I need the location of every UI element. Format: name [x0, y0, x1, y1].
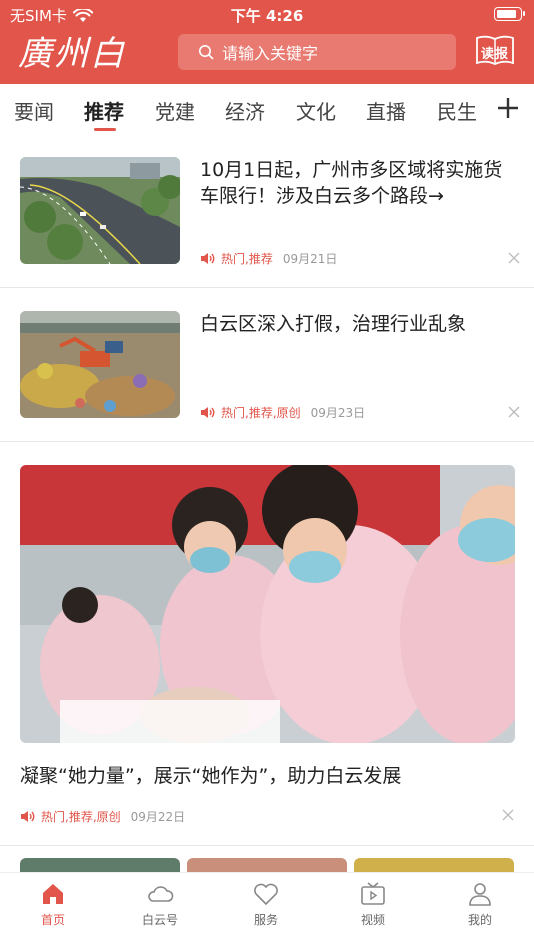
nav-service[interactable]: 服务 — [226, 881, 306, 928]
status-bar: 无SIM卡 下午 4:26 — [0, 0, 534, 28]
speaker-icon[interactable] — [200, 406, 215, 419]
cloud-icon — [148, 886, 174, 902]
news-date: 09月23日 — [310, 406, 366, 420]
news-meta: 热门,推荐 09月21日 — [200, 250, 337, 267]
news-date: 09月22日 — [130, 810, 186, 824]
nurses-training-photo — [20, 465, 515, 743]
tab-minsheng[interactable]: 民生 — [437, 96, 477, 125]
news-tags: 热门,推荐,原创 — [221, 406, 301, 420]
nav-label: 服务 — [253, 913, 278, 927]
heart-icon — [254, 883, 278, 906]
divider — [0, 845, 534, 846]
app-logo: 廣州白云 — [18, 34, 126, 122]
news-meta: 热门,推荐,原创 09月22日 — [20, 808, 185, 825]
bottom-navigation: 首页 白云号 服务 视频 我的 — [0, 872, 534, 950]
battery-icon — [494, 7, 525, 21]
divider — [0, 441, 534, 442]
news-date: 09月21日 — [282, 252, 338, 266]
tab-yaowen[interactable]: 要闻 — [14, 96, 54, 125]
nav-home[interactable]: 首页 — [13, 881, 93, 928]
user-icon — [469, 883, 491, 906]
news-title[interactable]: 白云区深入打假，治理行业乱象 — [200, 311, 516, 337]
speaker-icon[interactable] — [200, 252, 215, 265]
nav-label: 白云号 — [141, 913, 178, 927]
divider — [0, 287, 534, 288]
excavator-photo — [20, 311, 180, 418]
tv-icon — [361, 882, 385, 905]
tab-jingji[interactable]: 经济 — [225, 96, 265, 125]
nav-label: 我的 — [467, 913, 492, 927]
news-meta: 热门,推荐,原创 09月23日 — [200, 404, 365, 421]
tab-tuijian[interactable]: 推荐 — [84, 96, 124, 125]
news-tags: 热门,推荐 — [221, 252, 273, 266]
category-tabs: 要闻 推荐 党建 经济 文化 直播 民生 — [0, 84, 534, 136]
search-placeholder: 请输入关键字 — [222, 44, 319, 63]
news-tags: 热门,推荐,原创 — [41, 810, 121, 824]
highway-photo — [20, 157, 180, 264]
search-bar[interactable]: 请输入关键字 — [178, 34, 456, 70]
tab-wenhua[interactable]: 文化 — [296, 96, 336, 125]
tab-zhibo[interactable]: 直播 — [366, 96, 406, 125]
speaker-icon[interactable] — [20, 810, 35, 823]
search-icon — [199, 45, 214, 60]
nav-me[interactable]: 我的 — [440, 881, 520, 928]
add-channel-icon[interactable] — [494, 94, 522, 122]
dismiss-icon[interactable] — [508, 406, 520, 418]
dismiss-icon[interactable] — [502, 809, 514, 821]
partial-thumb-right — [354, 858, 514, 872]
nav-label: 首页 — [40, 913, 65, 927]
home-icon — [43, 884, 63, 904]
partial-thumb-middle — [187, 858, 347, 872]
read-newspaper-button[interactable]: 读报 — [474, 34, 516, 68]
partial-thumb-left — [20, 858, 180, 872]
news-title[interactable]: 10月1日起，广州市多区域将实施货车限行！涉及白云多个路段→ — [200, 157, 516, 209]
nav-baiyunhao[interactable]: 白云号 — [120, 881, 200, 928]
read-label: 读报 — [480, 47, 509, 62]
app-header: 无SIM卡 下午 4:26 廣州白云 请输入关键字 读报 — [0, 0, 534, 122]
active-tab-indicator — [94, 128, 116, 131]
dismiss-icon[interactable] — [508, 252, 520, 264]
status-time: 下午 4:26 — [230, 7, 304, 25]
battery-level — [497, 10, 516, 18]
nav-label: 视频 — [360, 913, 385, 927]
news-title[interactable]: 凝聚“她力量”，展示“她作为”，助力白云发展 — [20, 763, 515, 789]
tab-dangjian[interactable]: 党建 — [155, 96, 195, 125]
nav-video[interactable]: 视频 — [333, 881, 413, 928]
